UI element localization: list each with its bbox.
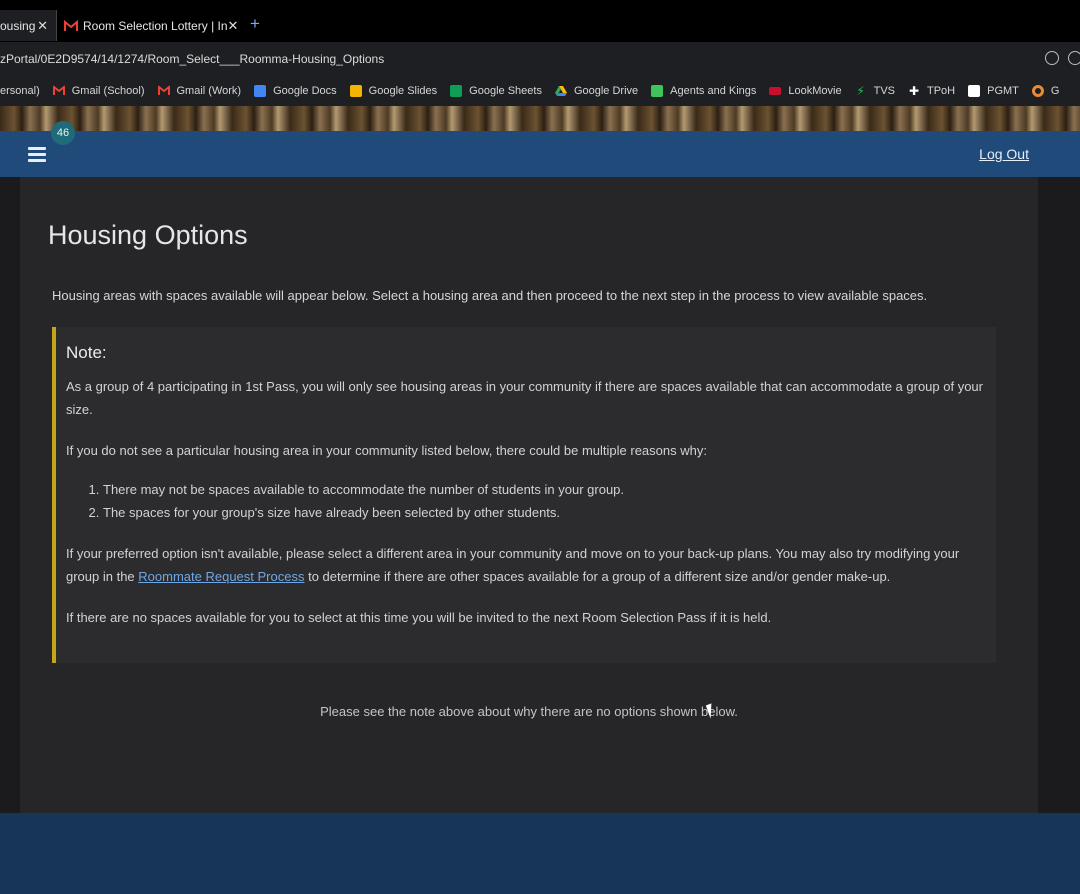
bookmark-gmail-school[interactable]: Gmail (School): [52, 85, 145, 97]
tab-room-selection-lottery[interactable]: Room Selection Lottery | In ✕: [58, 10, 241, 41]
bookmark-google-slides[interactable]: Google Slides: [349, 85, 437, 97]
list-item: There may not be spaces available to acc…: [103, 478, 986, 501]
gmail-icon: [157, 85, 170, 95]
gmail-icon: [64, 19, 78, 31]
bookmarks-bar: ersonal) Gmail (School) Gmail (Work) Goo…: [0, 76, 1080, 106]
bookmark-google-drive[interactable]: Google Drive: [554, 85, 638, 97]
close-tab-icon[interactable]: ✕: [37, 18, 48, 34]
gmail-icon: [52, 85, 65, 95]
tab-label: ousing: [0, 18, 36, 33]
header-banner-image: [0, 106, 1080, 131]
top-navbar: Log Out: [0, 131, 1080, 177]
address-bar: zPortal/0E2D9574/14/1274/Room_Select___R…: [0, 42, 1080, 76]
google-slides-icon: [349, 85, 362, 97]
logout-link[interactable]: Log Out: [979, 146, 1029, 162]
bookmark-google-docs[interactable]: Google Docs: [254, 85, 337, 97]
bookmark-lookmovie[interactable]: LookMovie: [769, 85, 842, 97]
reasons-list: There may not be spaces available to acc…: [66, 478, 986, 524]
intro-text: Housing areas with spaces available will…: [52, 288, 928, 303]
bookmark-personal[interactable]: ersonal): [0, 85, 40, 97]
url-field[interactable]: zPortal/0E2D9574/14/1274/Room_Select___R…: [0, 52, 384, 66]
google-sheets-icon: [450, 85, 463, 97]
note-paragraph: As a group of 4 participating in 1st Pas…: [66, 379, 983, 417]
list-item: The spaces for your group's size have al…: [103, 501, 986, 524]
no-options-message: Please see the note above about why ther…: [320, 704, 738, 719]
tab-housing[interactable]: ousing ✕: [0, 10, 57, 41]
bookmark-pgmt[interactable]: PGMT: [968, 85, 1019, 97]
browser-tab-strip: ousing ✕ Room Selection Lottery | In ✕ +: [0, 0, 1080, 42]
roommate-request-link[interactable]: Roommate Request Process: [138, 569, 304, 584]
footer: [0, 813, 1080, 894]
close-tab-icon[interactable]: ✕: [228, 18, 239, 34]
bookmark-agents-and-kings[interactable]: Agents and Kings: [651, 85, 756, 97]
tpoh-icon: ✚: [908, 84, 920, 98]
bookmark-tvs[interactable]: ⚡ TVS: [855, 85, 895, 97]
new-tab-button[interactable]: +: [250, 14, 260, 34]
bookmark-gmail-work[interactable]: Gmail (Work): [157, 85, 241, 97]
tvs-icon: ⚡: [856, 84, 865, 98]
emoji-icon[interactable]: [1045, 51, 1059, 65]
lookmovie-icon: [769, 87, 782, 95]
bookmark-g[interactable]: G: [1031, 85, 1059, 97]
notification-badge[interactable]: 46: [51, 121, 75, 145]
tab-label: Room Selection Lottery | In: [83, 18, 228, 33]
page-title: Housing Options: [48, 220, 248, 250]
note-heading: Note:: [66, 343, 107, 362]
google-drive-icon: [554, 86, 567, 96]
bookmark-google-sheets[interactable]: Google Sheets: [450, 85, 542, 97]
note-paragraph: If you do not see a particular housing a…: [66, 443, 707, 458]
google-docs-icon: [254, 85, 267, 97]
note-paragraph: If your preferred option isn't available…: [66, 546, 960, 584]
chrome-icon: [1031, 85, 1044, 97]
page-body: Housing Options Housing areas with space…: [0, 177, 1080, 813]
agents-and-kings-icon: [651, 85, 664, 97]
pgmt-icon: [968, 85, 981, 97]
main-content: Housing Options Housing areas with space…: [20, 177, 1038, 813]
bookmark-tpoh[interactable]: ✚ TPoH: [908, 85, 955, 97]
note-callout: Note: As a group of 4 participating in 1…: [52, 327, 996, 663]
menu-icon[interactable]: [28, 147, 46, 162]
extension-icon[interactable]: [1068, 51, 1080, 65]
note-paragraph: If there are no spaces available for you…: [66, 610, 772, 625]
